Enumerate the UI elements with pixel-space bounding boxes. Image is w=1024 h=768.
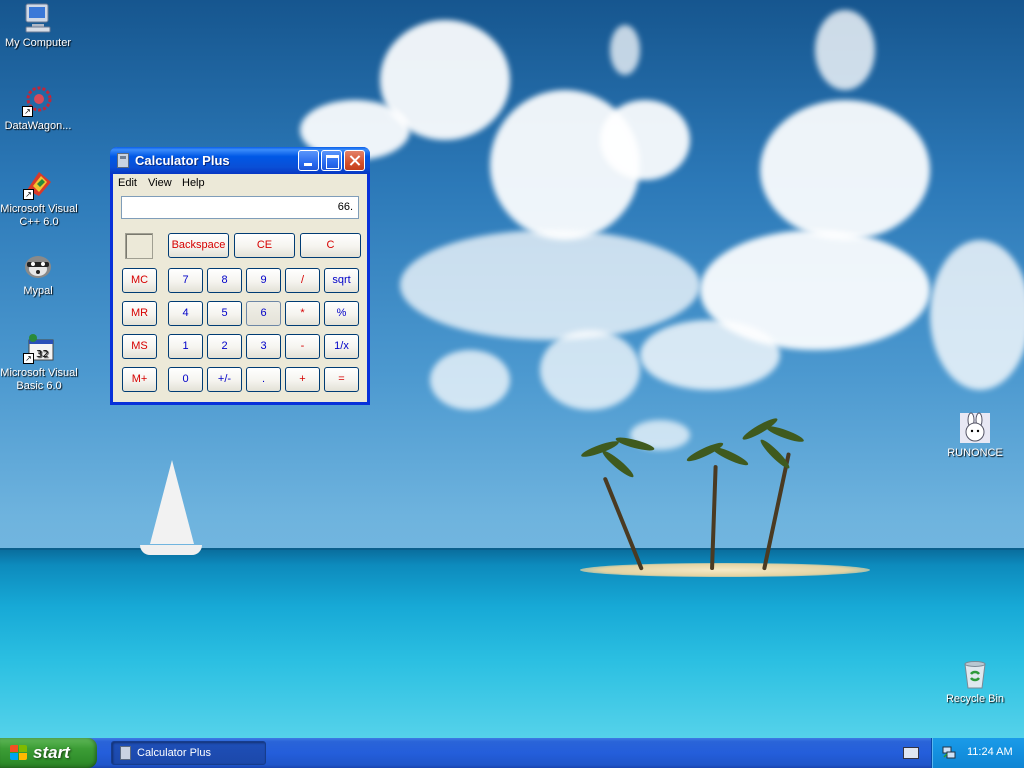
desktop-icon-datawagon[interactable]: ↗ DataWagon... [0, 85, 78, 133]
digit-5-button[interactable]: 5 [207, 301, 242, 326]
desktop-icon-label: Microsoft Visual Basic 6.0 [0, 367, 78, 392]
add-button[interactable]: + [285, 367, 320, 392]
calculator-icon [120, 746, 131, 760]
digit-9-button[interactable]: 9 [246, 268, 281, 293]
desktop-icon-label: DataWagon... [4, 120, 72, 132]
desktop-icon-label: RUNONCE [947, 447, 1003, 459]
desktop-icon-mypal[interactable]: Mypal [0, 250, 78, 298]
clear-button[interactable]: C [300, 233, 361, 258]
desktop-icon-visual-basic[interactable]: 32 ↗ Microsoft Visual Basic 6.0 [0, 332, 80, 393]
window-title: Calculator Plus [135, 153, 230, 168]
digit-0-button[interactable]: 0 [168, 367, 203, 392]
digit-7-button[interactable]: 7 [168, 268, 203, 293]
menu-edit[interactable]: Edit [118, 177, 137, 189]
keyboard-icon[interactable] [903, 747, 919, 759]
network-icon[interactable] [942, 746, 956, 759]
visual-cpp-icon: ↗ [23, 168, 55, 200]
maximize-button[interactable] [321, 150, 342, 171]
desktop-icon-my-computer[interactable]: My Computer [0, 2, 78, 50]
digit-3-button[interactable]: 3 [246, 334, 281, 359]
taskbar: start Calculator Plus 11:24 AM [0, 738, 1024, 768]
clear-entry-button[interactable]: CE [234, 233, 295, 258]
digit-1-button[interactable]: 1 [168, 334, 203, 359]
divide-button[interactable]: / [285, 268, 320, 293]
taskbar-item-label: Calculator Plus [137, 747, 211, 759]
menu-help[interactable]: Help [182, 177, 205, 189]
title-bar[interactable]: Calculator Plus [110, 147, 370, 174]
system-tray: 11:24 AM [931, 738, 1024, 768]
equals-button[interactable]: = [324, 367, 359, 392]
desktop-icon-label: My Computer [4, 37, 72, 49]
menu-view[interactable]: View [148, 177, 172, 189]
sailboat [150, 460, 194, 544]
backspace-button[interactable]: Backspace [168, 233, 229, 258]
memory-clear-button[interactable]: MC [122, 268, 157, 293]
svg-text:32: 32 [36, 349, 49, 360]
computer-icon [22, 2, 54, 34]
memory-indicator [125, 233, 153, 259]
desktop-icon-label: Mypal [23, 285, 53, 297]
taskbar-item-calculator[interactable]: Calculator Plus [111, 741, 266, 765]
menu-bar: Edit View Help [113, 174, 367, 193]
rabbit-icon [959, 412, 991, 444]
windows-logo-icon [10, 745, 28, 761]
start-label: start [33, 743, 70, 762]
raccoon-icon [22, 250, 54, 282]
datawagon-icon: ↗ [22, 85, 54, 117]
calculator-icon [117, 153, 129, 168]
close-button[interactable] [344, 150, 365, 171]
digit-6-button[interactable]: 6 [246, 301, 281, 326]
calculator-window[interactable]: Calculator Plus Edit View Help 66. Backs… [110, 147, 370, 405]
memory-add-button[interactable]: M+ [122, 367, 157, 392]
recycle-bin-icon [959, 658, 991, 690]
digit-4-button[interactable]: 4 [168, 301, 203, 326]
memory-recall-button[interactable]: MR [122, 301, 157, 326]
calculator-display: 66. [121, 196, 359, 219]
digit-8-button[interactable]: 8 [207, 268, 242, 293]
sea [0, 550, 1024, 738]
island [580, 563, 870, 577]
digit-2-button[interactable]: 2 [207, 334, 242, 359]
sqrt-button[interactable]: sqrt [324, 268, 359, 293]
start-button[interactable]: start [0, 738, 97, 768]
sign-toggle-button[interactable]: +/- [207, 367, 242, 392]
reciprocal-button[interactable]: 1/x [324, 334, 359, 359]
decimal-button[interactable]: . [246, 367, 281, 392]
clock[interactable]: 11:24 AM [967, 746, 1013, 758]
percent-button[interactable]: % [324, 301, 359, 326]
desktop-icon-runonce[interactable]: RUNONCE [935, 412, 1015, 460]
subtract-button[interactable]: - [285, 334, 320, 359]
desktop-icon-visual-cpp[interactable]: ↗ Microsoft Visual C++ 6.0 [0, 168, 80, 229]
desktop-icon-label: Microsoft Visual C++ 6.0 [0, 203, 78, 228]
minimize-button[interactable] [298, 150, 319, 171]
desktop-icon-label: Recycle Bin [945, 693, 1005, 705]
memory-store-button[interactable]: MS [122, 334, 157, 359]
visual-basic-icon: 32 ↗ [23, 332, 55, 364]
multiply-button[interactable]: * [285, 301, 320, 326]
desktop-icon-recycle-bin[interactable]: Recycle Bin [935, 658, 1015, 706]
